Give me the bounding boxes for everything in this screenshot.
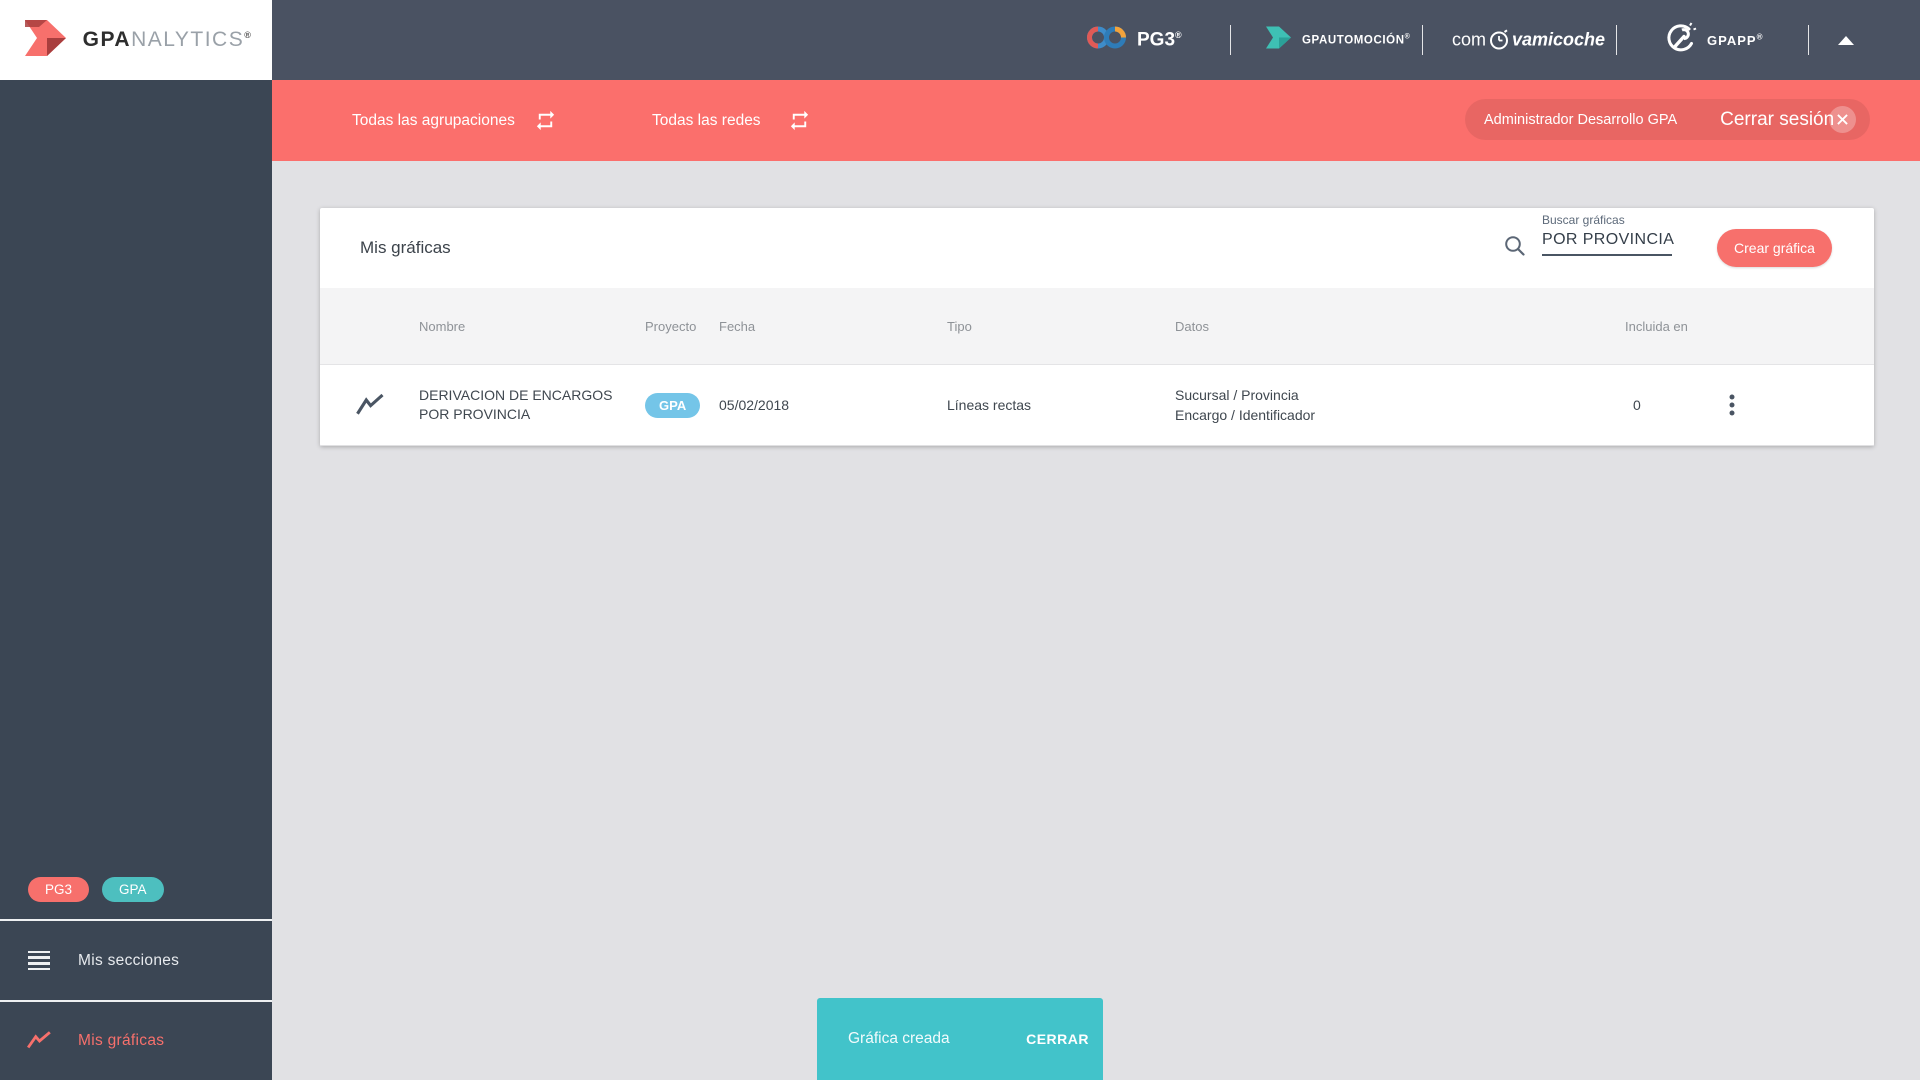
groupings-filter[interactable]: Todas las agrupaciones bbox=[352, 80, 515, 161]
sidebar: PG3 GPA Mis secciones Mis gráficas bbox=[0, 80, 272, 1080]
project-badge: GPA bbox=[645, 392, 701, 418]
sidebar-badges: PG3 GPA bbox=[28, 877, 164, 902]
pg3-infinity-icon bbox=[1086, 24, 1128, 57]
header-divider bbox=[1616, 25, 1617, 55]
table-row[interactable]: DERIVACION DE ENCARGOS POR PROVINCIA GPA… bbox=[320, 365, 1874, 446]
pg3-wordmark: PG3® bbox=[1137, 29, 1182, 50]
logout-close-icon[interactable] bbox=[1829, 106, 1856, 133]
gpapp-logo: GPAPP® bbox=[1662, 20, 1763, 61]
compravamicoche-logo: com vamicoche bbox=[1452, 27, 1605, 54]
line-chart-icon bbox=[0, 1030, 78, 1052]
create-chart-button[interactable]: Crear gráfica bbox=[1717, 229, 1832, 267]
sidebar-item-label: Mis gráficas bbox=[78, 1032, 165, 1049]
type-cell: Líneas rectas bbox=[947, 397, 1032, 413]
compravamicoche-pre: com bbox=[1452, 29, 1487, 50]
column-header-proyecto: Proyecto bbox=[645, 318, 697, 334]
column-header-fecha: Fecha bbox=[719, 318, 756, 334]
column-header-datos: Datos bbox=[1175, 318, 1209, 334]
filter-bar: Todas las agrupaciones Todas las redes A… bbox=[272, 80, 1920, 161]
chart-name[interactable]: DERIVACION DE ENCARGOS POR PROVINCIA bbox=[419, 386, 645, 424]
gpanalytics-wordmark: GPANALYTICS® bbox=[82, 28, 253, 51]
gpautomocion-wordmark: GPAUTOMOCIÓN® bbox=[1302, 33, 1411, 47]
gpanalytics-arrow-icon bbox=[20, 16, 70, 65]
user-role-select[interactable]: Administrador Desarrollo GPA bbox=[1484, 112, 1677, 128]
sidebar-item-label: Mis secciones bbox=[78, 951, 180, 969]
menu-icon bbox=[0, 950, 78, 971]
data-line-1: Sucursal / Provincia bbox=[1175, 386, 1299, 403]
header-divider bbox=[1230, 25, 1231, 55]
clock-icon bbox=[1486, 27, 1512, 54]
wrench-circle-icon bbox=[1662, 20, 1698, 61]
search-input[interactable]: Buscar gráficas POR PROVINCIA bbox=[1542, 213, 1675, 256]
gpanalytics-logo: GPANALYTICS® bbox=[0, 0, 272, 80]
search-input-label: Buscar gráficas bbox=[1542, 213, 1625, 227]
column-header-tipo: Tipo bbox=[947, 318, 972, 334]
data-cell: Sucursal / Provincia Encargo / Identific… bbox=[1175, 385, 1625, 426]
my-charts-card: Mis gráficas Buscar gráficas POR PROVINC… bbox=[320, 208, 1874, 446]
gpapp-wordmark: GPAPP® bbox=[1707, 32, 1764, 48]
pg3-badge: PG3 bbox=[28, 877, 90, 902]
header-divider bbox=[1422, 25, 1423, 55]
pg3-logo: PG3® bbox=[1086, 24, 1182, 57]
header-divider bbox=[1808, 25, 1809, 55]
page-title: Mis gráficas bbox=[360, 238, 451, 257]
networks-filter[interactable]: Todas las redes bbox=[652, 80, 761, 161]
collapse-header-arrow-icon[interactable] bbox=[1838, 36, 1854, 45]
sidebar-item-mis-secciones[interactable]: Mis secciones bbox=[0, 919, 272, 1000]
included-in-cell: 0 bbox=[1633, 397, 1641, 413]
toast-message: Gráfica creada bbox=[848, 1030, 950, 1047]
session-pill: Administrador Desarrollo GPA Cerrar sesi… bbox=[1465, 99, 1870, 140]
compravamicoche-post: vamicoche bbox=[1512, 29, 1606, 50]
column-header-nombre: Nombre bbox=[419, 318, 466, 334]
date-cell: 05/02/2018 bbox=[719, 397, 790, 413]
table-header: Nombre Proyecto Fecha Tipo Datos Incluid… bbox=[320, 288, 1874, 365]
column-header-incluida-en: Incluida en bbox=[1625, 318, 1688, 334]
swap-networks-icon[interactable] bbox=[788, 109, 811, 137]
gpautomocion-arrow-icon bbox=[1264, 24, 1294, 57]
top-header: GPANALYTICS® PG3® GPAUTOMOCIÓN® com vami… bbox=[0, 0, 1920, 80]
data-line-2: Encargo / Identificador bbox=[1175, 407, 1316, 423]
logout-button[interactable]: Cerrar sesión bbox=[1720, 109, 1834, 131]
gpa-badge: GPA bbox=[102, 877, 164, 902]
line-chart-icon bbox=[320, 392, 419, 418]
card-header: Mis gráficas Buscar gráficas POR PROVINC… bbox=[320, 208, 1874, 288]
swap-groupings-icon[interactable] bbox=[534, 109, 557, 137]
toast-chart-created: Gráfica creada CERRAR bbox=[817, 998, 1103, 1080]
app-root: GPANALYTICS® PG3® GPAUTOMOCIÓN® com vami… bbox=[0, 0, 1920, 1080]
toast-close-button[interactable]: CERRAR bbox=[1026, 1031, 1089, 1047]
row-menu-kebab-icon[interactable] bbox=[1710, 392, 1874, 418]
project-cell: GPA bbox=[645, 392, 719, 418]
search-icon bbox=[1503, 234, 1527, 263]
search-input-value: POR PROVINCIA bbox=[1542, 231, 1675, 248]
gpautomocion-logo: GPAUTOMOCIÓN® bbox=[1264, 24, 1410, 57]
sidebar-item-mis-graficas[interactable]: Mis gráficas bbox=[0, 1000, 272, 1080]
